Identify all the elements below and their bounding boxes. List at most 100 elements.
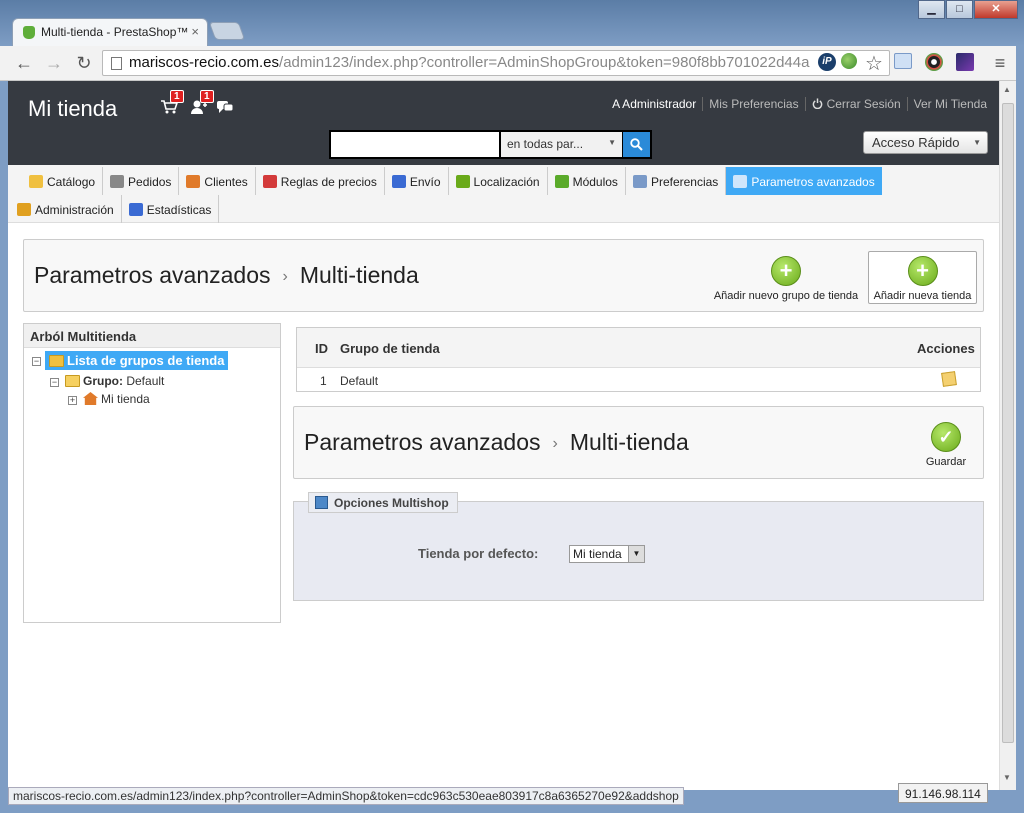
menu-item-preferences[interactable]: Preferencias <box>626 167 727 195</box>
cart-icon <box>110 175 125 188</box>
menu-item-price-rule[interactable]: Reglas de precios <box>256 167 385 195</box>
window-controls: ▁ □ ✕ <box>917 0 1018 19</box>
ip-extension-icon[interactable]: iP <box>818 53 836 71</box>
preferences-link[interactable]: Mis Preferencias <box>702 97 805 111</box>
checkmark-icon: ✓ <box>931 422 961 452</box>
breadcrumb-section: Parametros avanzados <box>34 262 271 288</box>
extension-screen-icon[interactable] <box>894 53 912 69</box>
browser-titlebar: Multi-tienda - PrestaShop™ × ▁ □ ✕ <box>0 0 1024 46</box>
tree-root-label: Lista de grupos de tienda <box>67 353 225 368</box>
menu-item-label: Administración <box>35 203 114 217</box>
menu-item-cart[interactable]: Pedidos <box>103 167 180 195</box>
status-bar-url: mariscos-recio.com.es/admin123/index.php… <box>8 787 684 805</box>
window-close-button[interactable]: ✕ <box>974 0 1018 19</box>
row-id[interactable]: 1 <box>320 374 327 388</box>
customers-notification[interactable]: 1 <box>190 90 214 117</box>
key-icon <box>17 203 31 216</box>
prestashop-favicon-icon <box>23 26 35 39</box>
extension-color-icon[interactable] <box>925 53 943 71</box>
save-label: Guardar <box>925 456 967 468</box>
address-bar[interactable]: mariscos-recio.com.es/admin123/index.php… <box>102 50 890 76</box>
search-input[interactable] <box>331 132 499 157</box>
orders-notification[interactable]: 1 <box>160 90 184 117</box>
preferences-icon <box>632 175 647 188</box>
extension-star-icon[interactable] <box>956 53 974 71</box>
tree-shop-node[interactable]: Mi tienda <box>83 392 150 406</box>
menu-item-folder[interactable]: Catálogo <box>22 167 104 195</box>
edit-icon[interactable] <box>941 371 957 387</box>
new-tab-button[interactable] <box>208 22 246 40</box>
shop-name[interactable]: Mi tienda <box>28 96 117 122</box>
user-icon <box>186 175 201 188</box>
menu-item-label: Catálogo <box>47 175 96 189</box>
column-group[interactable]: Grupo de tienda <box>340 341 440 356</box>
table-header: ID Grupo de tienda Acciones <box>297 328 980 368</box>
maximize-button[interactable]: □ <box>946 0 973 19</box>
page-icon <box>111 57 122 70</box>
tree-root-node[interactable]: Lista de grupos de tienda <box>45 351 229 370</box>
breadcrumb-section: Parametros avanzados <box>304 429 541 455</box>
extension-green-icon[interactable] <box>841 53 857 69</box>
form-breadcrumb: Parametros avanzados › Multi-tienda <box>304 429 689 456</box>
back-arrow-icon[interactable]: ← <box>12 51 36 75</box>
tree-collapse-icon[interactable]: − <box>50 378 59 387</box>
tab-close-icon[interactable]: × <box>191 24 199 39</box>
tree-shop-label: Mi tienda <box>101 392 150 406</box>
admin-header: Mi tienda 1 1 A Administrador Mis Prefere… <box>8 81 999 165</box>
tree-group-node[interactable]: Grupo: Default <box>65 374 164 388</box>
quick-access-select[interactable]: Acceso Rápido <box>863 131 988 154</box>
menu-item-user[interactable]: Clientes <box>179 167 256 195</box>
tab-title: Multi-tienda - PrestaShop™ <box>41 25 189 39</box>
folder-icon <box>49 355 64 367</box>
menu-item-truck[interactable]: Envío <box>385 167 449 195</box>
folder-icon <box>29 175 43 188</box>
minimize-button[interactable]: ▁ <box>918 0 945 19</box>
menu-item-label: Clientes <box>204 175 248 189</box>
browser-tab[interactable]: Multi-tienda - PrestaShop™ × <box>12 18 208 46</box>
scroll-up-icon[interactable]: ▲ <box>1003 85 1011 94</box>
save-button[interactable]: ✓ Guardar <box>920 422 972 468</box>
shop-icon <box>315 496 328 509</box>
column-actions: Acciones <box>917 341 975 356</box>
add-shop-button[interactable]: + Añadir nueva tienda <box>868 251 977 304</box>
breadcrumb: Parametros avanzados › Multi-tienda <box>34 262 419 289</box>
view-shop-link[interactable]: Ver Mi Tienda <box>906 97 993 111</box>
url-host: mariscos-recio.com.es <box>129 54 280 71</box>
user-name-link[interactable]: A Administrador <box>606 97 702 111</box>
messages-notification[interactable] <box>216 99 236 117</box>
menu-item-wrench[interactable]: Parametros avanzados <box>726 167 882 195</box>
shop-group-table: ID Grupo de tienda Acciones 1 Default <box>296 327 981 392</box>
reload-icon[interactable]: ↻ <box>72 51 96 75</box>
breadcrumb-page: Multi-tienda <box>569 429 689 455</box>
search-scope-select[interactable]: en todas par... <box>501 132 622 157</box>
status-ip: 91.146.98.114 <box>898 783 988 803</box>
menu-row-1: Catálogo Pedidos Clientes Reglas de precios… <box>22 167 882 195</box>
window-border-right <box>1016 46 1024 813</box>
menu-item-bar-chart[interactable]: Estadísticas <box>122 195 220 223</box>
admin-search: en todas par... <box>329 130 652 159</box>
column-id[interactable]: ID <box>315 341 328 356</box>
search-button[interactable] <box>623 132 650 157</box>
tree-collapse-icon[interactable]: − <box>32 357 41 366</box>
menu-item-key[interactable]: Administración <box>10 195 122 223</box>
bookmark-star-icon[interactable]: ☆ <box>862 52 886 76</box>
forward-arrow-icon[interactable]: → <box>42 51 66 75</box>
default-shop-select[interactable]: Mi tienda <box>569 545 645 563</box>
page-scrollbar[interactable]: ▲ ▼ <box>999 81 1016 790</box>
add-shop-group-button[interactable]: + Añadir nuevo grupo de tienda <box>712 256 860 302</box>
browser-menu-icon[interactable]: ≡ <box>988 51 1012 75</box>
row-group-name[interactable]: Default <box>340 374 378 388</box>
scroll-down-icon[interactable]: ▼ <box>1003 773 1011 782</box>
logout-link[interactable]: Cerrar Sesión <box>804 97 907 111</box>
tree-title: Arból Multitienda <box>24 324 280 348</box>
open-folder-icon <box>65 375 80 387</box>
truck-icon <box>391 175 406 188</box>
wrench-icon <box>733 175 748 188</box>
add-icon: + <box>771 256 801 286</box>
page-viewport: Mi tienda 1 1 A Administrador Mis Prefere… <box>8 81 999 790</box>
multishop-options-fieldset: Opciones Multishop Tienda por defecto: M… <box>293 492 984 601</box>
menu-item-globe[interactable]: Localización <box>449 167 548 195</box>
scrollbar-thumb[interactable] <box>1002 103 1014 743</box>
menu-item-puzzle[interactable]: Módulos <box>548 167 626 195</box>
tree-expand-icon[interactable]: + <box>68 396 77 405</box>
